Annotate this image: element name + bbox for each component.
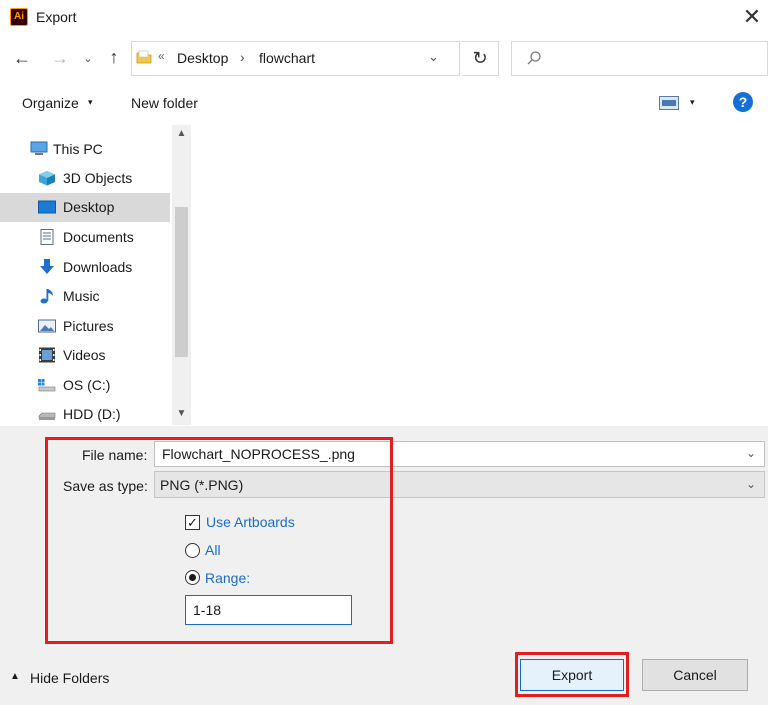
sidebar-item-label: OS (C:) [63,377,111,393]
navigation-pane: This PC 3D Objects Desktop Documents Dow… [0,125,192,425]
sidebar-item-this-pc[interactable]: This PC [0,135,170,164]
recent-locations-chevron-icon[interactable]: ⌄ [80,49,96,71]
videos-icon [39,347,55,363]
file-list-pane[interactable] [192,125,768,425]
address-dropdown-icon[interactable]: ⌄ [428,49,439,65]
new-folder-button[interactable]: New folder [131,95,198,111]
desktop-icon [38,200,56,214]
document-icon [40,229,54,245]
view-options-caret-icon[interactable]: ▾ [690,97,695,108]
highlight-box-export [515,652,629,697]
scroll-down-icon[interactable]: ▼ [172,405,191,423]
sidebar-item-documents[interactable]: Documents [0,223,170,252]
command-toolbar [0,88,768,122]
cancel-button[interactable]: Cancel [642,659,748,691]
save-type-dropdown-icon[interactable]: ⌄ [746,477,756,491]
search-icon [527,51,541,65]
breadcrumb-desktop[interactable]: Desktop [177,50,228,66]
illustrator-app-icon: Ai [10,8,28,26]
sidebar-item-3d-objects[interactable]: 3D Objects [0,164,170,193]
sidebar-item-label: Pictures [63,318,114,334]
sidebar-item-downloads[interactable]: Downloads [0,253,170,282]
folder-icon [136,50,152,64]
drive-icon [38,379,56,392]
scroll-up-icon[interactable]: ▲ [172,125,191,143]
sidebar-item-desktop[interactable]: Desktop [0,193,170,222]
sidebar-item-videos[interactable]: Videos [0,341,170,370]
sidebar-item-hdd-d[interactable]: HDD (D:) [0,400,170,425]
forward-arrow-icon[interactable]: → [48,48,72,70]
sidebar-item-label: HDD (D:) [63,406,121,422]
highlight-box-options [45,437,393,644]
sidebar-item-label: Documents [63,229,134,245]
sidebar-item-label: Downloads [63,259,133,275]
close-icon[interactable]: ✕ [740,4,764,30]
scroll-thumb[interactable] [175,207,188,357]
view-options-icon[interactable] [659,96,679,110]
sidebar-item-music[interactable]: Music [0,282,170,311]
pictures-icon [38,319,56,333]
up-arrow-icon[interactable]: ↑ [102,47,126,69]
computer-icon [30,141,48,155]
title-bar [0,0,768,36]
drive-icon [38,412,56,420]
help-icon[interactable]: ? [733,92,753,112]
file-name-dropdown-icon[interactable]: ⌄ [746,446,756,460]
sidebar-item-label: 3D Objects [63,170,133,186]
hide-folders-button[interactable]: Hide Folders [30,670,109,686]
download-icon [40,259,54,274]
sidebar-item-pictures[interactable]: Pictures [0,312,170,341]
back-arrow-icon[interactable]: ← [10,48,34,70]
sidebar-item-label: This PC [53,141,103,157]
window-title: Export [36,9,77,25]
organize-caret-icon[interactable]: ▾ [88,97,93,108]
search-input[interactable] [511,41,768,76]
address-overflow-icon[interactable]: « [158,49,165,63]
refresh-icon[interactable]: ↻ [462,41,499,76]
sidebar-item-os-c[interactable]: OS (C:) [0,371,170,400]
breadcrumb-separator-icon[interactable]: › [240,49,245,65]
hide-folders-caret-icon[interactable]: ▲ [10,671,20,682]
organize-button[interactable]: Organize [22,95,79,111]
breadcrumb-flowchart[interactable]: flowchart [259,50,315,66]
sidebar-item-label: Videos [63,347,106,363]
sidebar-item-label: Desktop [63,199,115,215]
cube-icon [39,171,55,186]
music-icon [40,289,53,304]
sidebar-item-label: Music [63,288,100,304]
